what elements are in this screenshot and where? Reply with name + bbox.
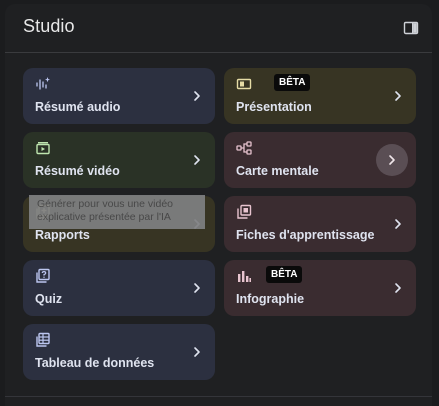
card-label: Quiz xyxy=(35,292,63,306)
card-presentation[interactable]: BÊTA Présentation xyxy=(224,68,416,124)
card-label: Présentation xyxy=(236,100,312,114)
card-label: Tableau de données xyxy=(35,356,155,370)
beta-badge: BÊTA xyxy=(266,266,303,283)
chevron-right-icon xyxy=(395,283,401,293)
card-fiches-apprentissage[interactable]: Fiches d'apprentissage xyxy=(224,196,416,252)
flashcards-icon xyxy=(237,204,252,219)
card-tableau-donnees[interactable]: Tableau de données xyxy=(23,324,215,380)
panel-title: Studio xyxy=(23,16,75,36)
infographic-icon xyxy=(238,271,251,282)
chevron-right-icon xyxy=(395,219,401,229)
chevron-right-icon xyxy=(194,91,200,101)
card-label: Résumé audio xyxy=(35,100,121,114)
beta-badge: BÊTA xyxy=(274,74,311,91)
card-label: Résumé vidéo xyxy=(35,164,120,178)
chevron-right-icon xyxy=(194,155,200,165)
card-quiz[interactable]: Quiz xyxy=(23,260,215,316)
card-carte-mentale[interactable]: Carte mentale xyxy=(224,132,416,188)
slides-icon xyxy=(236,78,252,90)
card-label: Infographie xyxy=(236,292,305,306)
card-resume-audio[interactable]: Résumé audio xyxy=(23,68,215,124)
tooltip: Générer pour vous une vidéo explicative … xyxy=(29,195,205,229)
studio-header: Studio xyxy=(5,4,432,52)
card-label: Fiches d'apprentissage xyxy=(236,228,375,242)
card-resume-video[interactable]: Résumé vidéo xyxy=(23,132,215,188)
collapse-panel-icon[interactable] xyxy=(403,20,419,36)
audio-waveform-icon xyxy=(36,77,50,90)
chevron-right-icon xyxy=(194,347,200,357)
table-icon xyxy=(36,332,50,347)
chevron-right-icon xyxy=(194,283,200,293)
card-label: Carte mentale xyxy=(236,164,319,178)
chevron-right-button[interactable] xyxy=(376,144,408,176)
tooltip-line-1: Générer pour vous une vidéo xyxy=(37,198,174,210)
mind-map-icon xyxy=(236,141,252,155)
header-divider xyxy=(5,52,432,53)
tooltip-line-2: explicative présentée par l'IA xyxy=(37,211,171,223)
video-icon xyxy=(36,142,50,155)
quiz-icon xyxy=(36,268,50,283)
card-label: Rapports xyxy=(35,228,90,242)
chevron-right-icon xyxy=(395,91,401,101)
card-infographie[interactable]: BÊTA Infographie xyxy=(224,260,416,316)
bottom-divider xyxy=(5,396,432,397)
chevron-right-icon xyxy=(389,155,395,165)
